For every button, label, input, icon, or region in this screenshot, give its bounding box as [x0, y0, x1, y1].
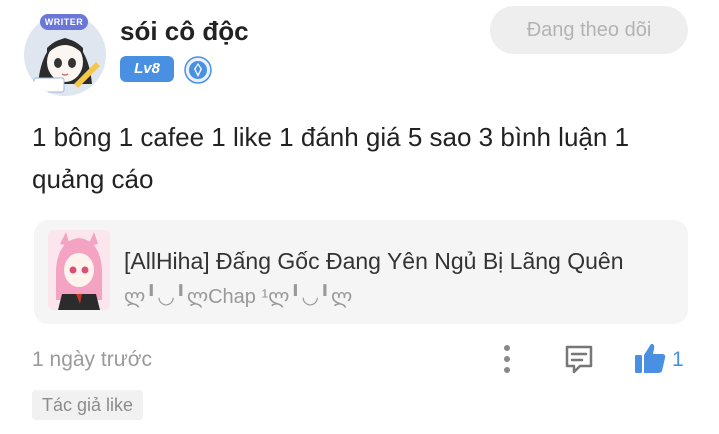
manga-chapter: ლ╹◡╹ლChap ¹ლ╹◡╹ლ	[124, 286, 353, 308]
following-button[interactable]: Đang theo dõi	[490, 6, 688, 54]
manga-cover	[48, 230, 110, 310]
comment-text: 1 bông 1 cafee 1 like 1 đánh giá 5 sao 3…	[32, 122, 630, 194]
username[interactable]: sói cô độc	[120, 16, 249, 47]
manga-cover-image	[48, 230, 110, 310]
level-badge: Lv8	[120, 56, 174, 82]
diamond-rank-icon	[184, 56, 212, 84]
thumbs-up-icon[interactable]	[632, 340, 668, 376]
reply-comment-icon[interactable]	[562, 342, 596, 376]
author-like-tag: Tác giả like	[32, 390, 144, 420]
like-count: 1	[672, 348, 684, 371]
writer-badge: WRITER	[40, 14, 88, 30]
comment-timestamp: 1 ngày trước	[32, 348, 153, 371]
manga-title: [AllHiha] Đấng Gốc Đang Yên Ngủ Bị Lãng …	[124, 248, 624, 274]
manga-card[interactable]: [AllHiha] Đấng Gốc Đang Yên Ngủ Bị Lãng …	[34, 220, 688, 324]
more-vertical-icon[interactable]	[496, 342, 518, 376]
